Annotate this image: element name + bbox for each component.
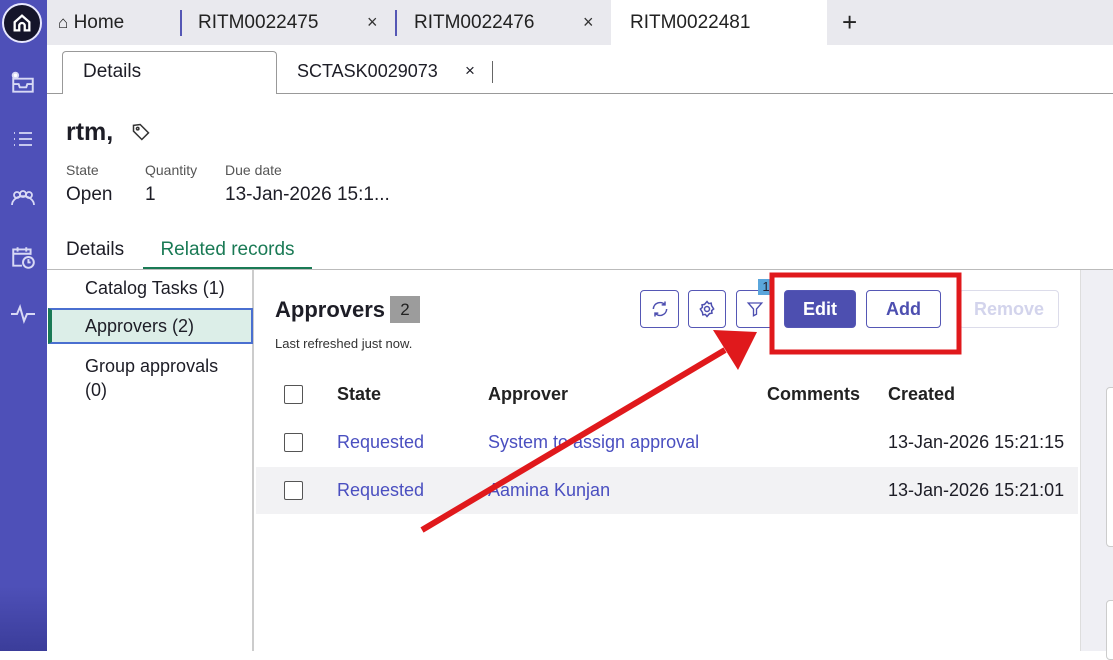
field-label-quantity: Quantity: [145, 162, 198, 178]
field-value-state: Open: [66, 184, 113, 205]
column-header-created[interactable]: Created: [888, 384, 955, 405]
tab-label: RITM0022476: [414, 12, 535, 33]
tab-label: RITM0022481: [630, 12, 751, 33]
tab-label: SCTASK0029073: [297, 61, 438, 81]
related-item-catalog-tasks[interactable]: Catalog Tasks (1): [85, 278, 225, 299]
field-label-due-date: Due date: [225, 162, 282, 178]
refresh-icon: [652, 301, 667, 317]
close-icon[interactable]: ×: [367, 0, 378, 45]
tab-home[interactable]: ⌂ Home: [58, 0, 124, 45]
table-row: Requested Aamina Kunjan 13-Jan-2026 15:2…: [256, 467, 1078, 514]
related-item-approvers[interactable]: Approvers (2): [48, 308, 253, 344]
last-refreshed: Last refreshed just now.: [275, 336, 413, 351]
row-created: 13-Jan-2026 15:21:01: [888, 480, 1065, 500]
tab-ritm0022476[interactable]: RITM0022476: [414, 0, 534, 45]
arrow-head-icon: [713, 330, 757, 370]
count-badge: 2: [390, 296, 420, 323]
field-value-due-date: 13-Jan-2026 15:1...: [225, 184, 390, 205]
column-header-state[interactable]: State: [337, 384, 381, 405]
related-list-nav: Catalog Tasks (1) Approvers (2) Group ap…: [47, 270, 254, 651]
tab-label: Details: [83, 61, 142, 82]
tag-icon[interactable]: [131, 122, 151, 147]
inbox-icon[interactable]: [4, 64, 42, 102]
row-created: 13-Jan-2026 15:21:15: [888, 432, 1065, 452]
activity-icon[interactable]: [4, 294, 42, 332]
right-panel: [1080, 270, 1113, 660]
new-tab-button[interactable]: +: [842, 0, 857, 45]
related-item-group-approvals[interactable]: Group approvals (0): [85, 354, 245, 402]
row-state[interactable]: Requested: [337, 432, 424, 453]
workspace-tab-bar: ⌂ Home RITM0022475 × RITM0022476 × RITM0…: [47, 0, 1113, 45]
close-icon[interactable]: ×: [465, 51, 475, 91]
settings-button[interactable]: [688, 290, 726, 328]
filter-button[interactable]: [736, 290, 774, 328]
select-all-checkbox[interactable]: [284, 385, 303, 404]
sidebar: [0, 0, 47, 651]
tab-related-records[interactable]: Related records: [143, 239, 312, 270]
groups-icon[interactable]: [4, 180, 42, 218]
row-approver[interactable]: Aamina Kunjan: [488, 480, 610, 501]
approvers-heading: Approvers: [275, 297, 386, 322]
tab-ritm0022475[interactable]: RITM0022475: [198, 0, 318, 45]
filter-count-badge: 1: [758, 279, 774, 295]
tab-label: Home: [73, 12, 125, 33]
close-icon[interactable]: ×: [583, 0, 594, 45]
home-icon: ⌂: [58, 13, 69, 32]
gear-icon: [699, 300, 715, 318]
table-row: Requested System to assign approval 13-J…: [256, 418, 1078, 466]
tab-divider: [395, 10, 397, 36]
record-tab-bar: Details SCTASK0029073 ×: [47, 45, 1113, 94]
record-title: rtm,: [66, 118, 114, 146]
list-icon[interactable]: [4, 120, 42, 158]
row-state[interactable]: Requested: [337, 480, 424, 501]
subtab-details[interactable]: Details: [62, 51, 277, 94]
panel-card: [1106, 600, 1113, 660]
field-label-state: State: [66, 162, 99, 178]
tab-ritm0022481[interactable]: RITM0022481: [611, 0, 827, 45]
calendar-clock-icon[interactable]: [4, 238, 42, 276]
filter-icon: [746, 302, 764, 317]
tab-divider: [180, 10, 182, 36]
row-checkbox[interactable]: [284, 481, 303, 500]
edit-button[interactable]: Edit: [784, 290, 856, 328]
subtab-sctask[interactable]: SCTASK0029073: [297, 51, 438, 91]
row-approver[interactable]: System to assign approval: [488, 432, 699, 453]
refresh-button[interactable]: [640, 290, 679, 328]
tab-details[interactable]: Details: [66, 239, 124, 261]
home-icon[interactable]: [2, 3, 42, 43]
field-value-quantity: 1: [145, 184, 156, 205]
column-header-approver[interactable]: Approver: [488, 384, 568, 405]
panel-card: [1106, 387, 1113, 547]
remove-button[interactable]: Remove: [959, 290, 1059, 328]
row-checkbox[interactable]: [284, 433, 303, 452]
add-button[interactable]: Add: [866, 290, 941, 328]
tab-divider: [492, 61, 493, 83]
column-header-comments[interactable]: Comments: [767, 384, 860, 405]
tab-label: RITM0022475: [198, 12, 319, 33]
